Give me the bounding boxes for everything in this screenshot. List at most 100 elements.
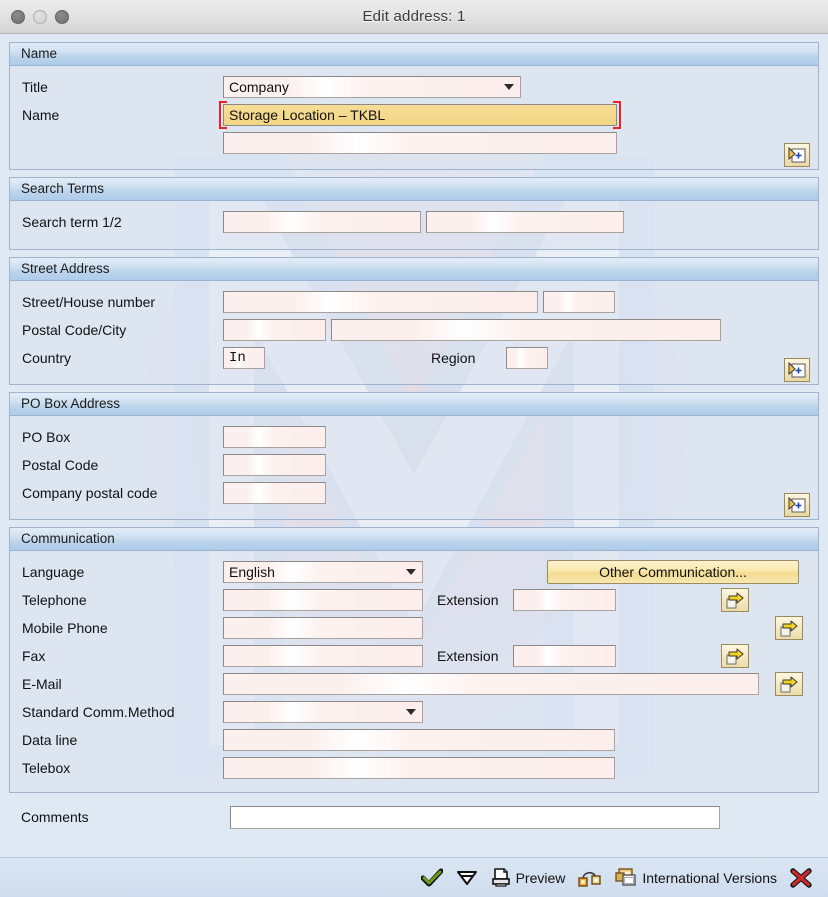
row-postal-city: Postal Code/City [10,316,818,344]
po-box-label: PO Box [22,429,71,445]
row-po-box: PO Box [10,423,818,451]
data-line-input[interactable] [223,729,615,751]
company-postal-code-label: Company postal code [22,485,158,501]
telephone-detail-button[interactable] [721,588,750,612]
preview-label: Preview [515,869,566,886]
row-standard-comm-method: Standard Comm.Method [10,698,818,726]
section-street-address-header: Street Address [10,258,818,281]
telebox-input[interactable] [223,757,615,779]
yellow-arrow-icon [780,676,798,692]
title-select[interactable] [223,76,521,98]
house-number-input[interactable] [543,291,615,313]
insert-plus-icon [788,496,806,512]
fax-detail-button[interactable] [721,644,750,668]
region-input[interactable] [506,347,549,369]
search-term-2-input[interactable] [426,211,624,233]
mobile-phone-label: Mobile Phone [22,620,108,636]
email-label: E-Mail [22,676,62,692]
row-comments: Comments [9,800,819,834]
language-select[interactable] [223,561,423,583]
po-box-input[interactable] [223,426,326,448]
insert-plus-icon [788,146,806,162]
name-label: Name [22,107,60,123]
city-input[interactable] [331,319,721,341]
language-select-input[interactable] [223,561,423,583]
row-language: Language Other Communication... [10,558,818,586]
row-search-term: Search term 1/2 [10,208,818,236]
street-address-insert-button[interactable] [784,358,810,382]
po-postal-code-input[interactable] [223,454,326,476]
telephone-label: Telephone [22,592,87,608]
section-name-header: Name [10,43,818,66]
address-link-icon [578,868,602,888]
title-label: Title [22,79,48,95]
title-select-input[interactable] [223,76,521,98]
po-postal-code-label: Postal Code [22,457,99,473]
country-input[interactable] [223,347,265,369]
row-name-2 [10,129,818,157]
row-name: Name [10,101,818,129]
windows-stack-icon [615,868,637,887]
name-2-input[interactable] [223,132,617,154]
section-street-address: Street Address Street/House number Posta… [9,257,819,385]
section-communication: Communication Language Other Communicati… [9,527,819,793]
name-input[interactable] [223,104,617,126]
insert-plus-icon [788,361,806,377]
telephone-extension-input[interactable] [513,589,617,611]
yellow-arrow-icon [726,648,744,664]
comments-label: Comments [21,809,89,825]
international-versions-button[interactable]: International Versions [615,868,777,887]
email-detail-button[interactable] [775,672,803,696]
international-versions-label: International Versions [642,869,777,886]
fax-extension-input[interactable] [513,645,617,667]
section-communication-header: Communication [10,528,818,551]
yellow-arrow-icon [726,592,744,608]
street-input[interactable] [223,291,538,313]
section-po-box-header: PO Box Address [10,393,818,416]
row-company-postal-code: Company postal code [10,479,818,507]
section-po-box-address: PO Box Address PO Box Postal Code Compan… [9,392,819,520]
printer-icon [491,868,511,887]
fax-label: Fax [22,648,46,664]
fax-input[interactable] [223,645,423,667]
company-postal-code-input[interactable] [223,482,326,504]
search-term-1-input[interactable] [223,211,421,233]
mobile-phone-detail-button[interactable] [775,616,803,640]
form-body: Name Title Name [0,34,828,857]
bottom-toolbar: Preview International Versions [0,857,828,897]
standard-comm-method-label: Standard Comm.Method [22,704,175,720]
search-term-label: Search term 1/2 [22,214,122,230]
comments-input[interactable] [230,805,720,829]
postal-code-input[interactable] [223,319,326,341]
po-box-insert-button[interactable] [784,493,810,517]
fax-extension-label: Extension [437,648,499,664]
section-search-terms-header: Search Terms [10,178,818,201]
name-field-focus-ring [219,101,621,129]
telephone-input[interactable] [223,589,423,611]
mobile-phone-input[interactable] [223,617,423,639]
enter-button[interactable] [456,868,478,888]
minimize-window-button[interactable] [33,9,47,24]
other-communication-button[interactable]: Other Communication... [547,560,799,584]
postal-city-label: Postal Code/City [22,322,127,338]
row-telephone: Telephone Extension [10,586,818,614]
email-input[interactable] [223,673,759,695]
name-insert-line-button[interactable] [784,143,810,167]
row-po-postal-code: Postal Code [10,451,818,479]
telebox-label: Telebox [22,760,71,776]
row-street: Street/House number [10,288,818,316]
preview-button[interactable]: Preview [491,868,566,887]
confirm-button[interactable] [420,868,443,888]
edit-address-window: Edit address: 1 Name Title Name [0,0,828,897]
close-window-button[interactable] [11,9,25,24]
address-link-button[interactable] [578,868,602,888]
standard-comm-method-input[interactable] [223,701,423,723]
language-label: Language [22,564,85,580]
maximize-window-button[interactable] [55,9,69,24]
data-line-label: Data line [22,732,78,748]
check-icon [420,868,443,888]
cancel-button[interactable] [790,867,812,888]
standard-comm-method-select[interactable] [223,701,423,723]
telephone-extension-label: Extension [437,592,499,608]
close-x-icon [790,867,812,888]
